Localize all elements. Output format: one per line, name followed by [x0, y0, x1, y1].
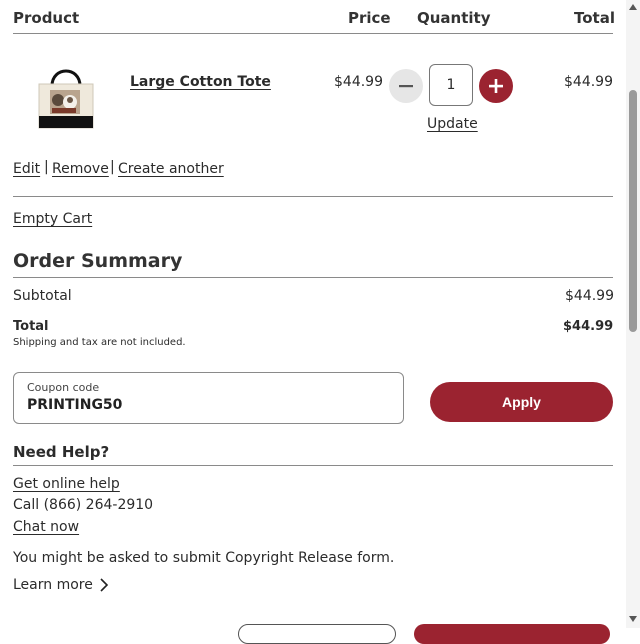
item-total: $44.99: [564, 74, 613, 90]
edit-item-link[interactable]: Edit: [13, 161, 40, 177]
header-divider: [13, 33, 613, 34]
remove-item-link[interactable]: Remove: [52, 161, 109, 177]
create-another-link[interactable]: Create another: [118, 161, 224, 177]
subtotal-label: Subtotal: [13, 288, 72, 304]
need-help-title: Need Help?: [13, 443, 110, 461]
plus-icon: [489, 79, 503, 93]
summary-divider: [13, 277, 613, 278]
copyright-notice: You might be asked to submit Copyright R…: [13, 550, 395, 566]
shipping-note: Shipping and tax are not included.: [13, 337, 186, 348]
order-summary-title: Order Summary: [13, 250, 183, 272]
action-separator: |: [110, 159, 115, 175]
header-product: Product: [13, 9, 80, 27]
total-value: $44.99: [563, 319, 614, 334]
minus-icon: [399, 85, 413, 88]
coupon-field[interactable]: Coupon code: [13, 372, 404, 424]
update-quantity-link[interactable]: Update: [427, 116, 478, 132]
online-help-link[interactable]: Get online help: [13, 476, 120, 492]
coupon-input[interactable]: [27, 397, 387, 413]
secondary-action-button[interactable]: [238, 624, 396, 644]
apply-coupon-button[interactable]: Apply: [430, 382, 613, 422]
total-label: Total: [13, 319, 49, 334]
item-divider: [13, 196, 613, 197]
product-name-link[interactable]: Large Cotton Tote: [130, 74, 271, 90]
scroll-down-arrow-icon[interactable]: [629, 616, 637, 622]
header-price: Price: [348, 9, 391, 27]
chat-now-link[interactable]: Chat now: [13, 519, 79, 535]
scroll-up-arrow-icon[interactable]: [629, 4, 637, 10]
quantity-field[interactable]: 1: [429, 64, 473, 106]
action-separator: |: [44, 159, 49, 175]
tote-bag-thumbnail[interactable]: [38, 64, 94, 130]
header-total: Total: [574, 9, 615, 27]
item-price: $44.99: [334, 74, 383, 90]
chevron-right-icon: [100, 578, 108, 592]
scrollbar[interactable]: [626, 0, 640, 628]
header-quantity: Quantity: [417, 9, 491, 27]
checkout-button[interactable]: [414, 624, 610, 644]
subtotal-value: $44.99: [565, 288, 614, 304]
learn-more-link[interactable]: Learn more: [13, 577, 110, 593]
help-divider: [13, 465, 613, 466]
decrease-quantity-button[interactable]: [389, 69, 423, 103]
empty-cart-link[interactable]: Empty Cart: [13, 211, 92, 227]
phone-number: Call (866) 264-2910: [13, 497, 154, 513]
scrollbar-thumb[interactable]: [629, 90, 637, 332]
coupon-label: Coupon code: [27, 381, 100, 394]
increase-quantity-button[interactable]: [479, 69, 513, 103]
learn-more-label: Learn more: [13, 577, 93, 593]
